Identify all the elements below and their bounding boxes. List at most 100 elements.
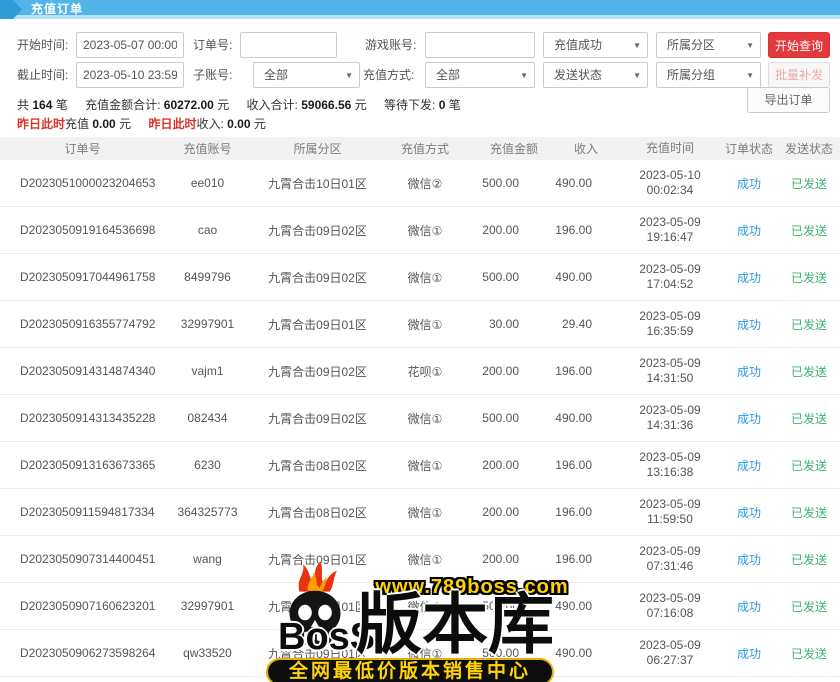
recharge-status-select[interactable]: 充值成功 ▼ [543,32,648,58]
cell-amount: 500.00 [465,646,550,660]
chevron-down-icon: ▼ [345,64,353,88]
cell-method: 微信① [385,316,465,333]
col-method: 充值方式 [385,140,465,157]
cell-zone: 九霄合击09日01区 [250,645,385,662]
cell-income: 490.00 [550,176,620,190]
cell-amount: 500.00 [465,176,550,190]
yesterday-income: 0.00 [227,117,250,131]
cell-order-id: D2023050916355774792 [0,317,165,331]
batch-resend-button[interactable]: 批量补发 [768,62,830,88]
cell-send-status: 已发送 [778,269,840,286]
cell-time: 2023-05-09 13:16:38 [620,450,720,480]
cell-account: wang [165,552,250,566]
cell-send-status: 已发送 [778,222,840,239]
col-income: 收入 [550,140,620,157]
sub-account-select[interactable]: 全部 ▼ [253,62,360,88]
cell-amount: 500.00 [465,599,550,613]
cell-send-status: 已发送 [778,551,840,568]
cell-method: 花呗① [385,363,465,380]
cell-order-id: D2023050907314400451 [0,552,165,566]
yesterday-recharge: 0.00 [92,117,115,131]
cell-account: qw33520 [165,646,250,660]
cell-time: 2023-05-09 17:04:52 [620,262,720,292]
cell-method: 微信① [385,598,465,615]
cell-account: 32997901 [165,599,250,613]
col-send-status: 发送状态 [778,140,840,157]
cell-order-status: 成功 [720,504,778,521]
orders-table-header: 订单号 充值账号 所属分区 充值方式 充值金额 收入 充值时间 订单状态 发送状… [0,137,840,160]
cell-income: 196.00 [550,364,620,378]
cell-account: 364325773 [165,505,250,519]
cell-amount: 500.00 [465,411,550,425]
cell-send-status: 已发送 [778,316,840,333]
cell-amount: 200.00 [465,505,550,519]
game-account-input[interactable] [425,32,535,58]
cell-income: 196.00 [550,505,620,519]
group-select[interactable]: 所属分组 ▼ [656,62,761,88]
orders-table-rows: D2023051000023204653 ee010 九霄合击10日01区 微信… [0,160,840,677]
order-no-input[interactable] [240,32,337,58]
cell-order-status: 成功 [720,410,778,427]
cell-method: 微信① [385,457,465,474]
cell-amount: 500.00 [465,270,550,284]
query-button[interactable]: 开始查询 [768,32,830,58]
table-row: D2023050914314874340 vajm1 九霄合击09日02区 花呗… [0,348,840,395]
pay-method-select[interactable]: 全部 ▼ [425,62,535,88]
cell-send-status: 已发送 [778,410,840,427]
col-account: 充值账号 [165,140,250,157]
col-order-status: 订单状态 [720,140,778,157]
start-time-input[interactable] [76,32,184,58]
cell-account: cao [165,223,250,237]
cell-account: 6230 [165,458,250,472]
cell-time: 2023-05-09 19:16:47 [620,215,720,245]
table-row: D2023050919164536698 cao 九霄合击09日02区 微信① … [0,207,840,254]
tab-arrow-icon [0,0,22,19]
cell-amount: 200.00 [465,364,550,378]
end-time-label: 截止时间: [17,62,68,88]
cell-income: 490.00 [550,599,620,613]
cell-zone: 九霄合击08日02区 [250,504,385,521]
cell-order-id: D2023050919164536698 [0,223,165,237]
cell-send-status: 已发送 [778,504,840,521]
cell-send-status: 已发送 [778,457,840,474]
cell-income: 490.00 [550,411,620,425]
cell-account: 32997901 [165,317,250,331]
cell-zone: 九霄合击10日01区 [250,175,385,192]
cell-time: 2023-05-09 07:16:08 [620,591,720,621]
send-status-select[interactable]: 发送状态 ▼ [543,62,648,88]
pay-method-label: 充值方式: [363,62,414,88]
cell-method: 微信② [385,175,465,192]
cell-zone: 九霄合击08日02区 [250,457,385,474]
cell-time: 2023-05-09 16:35:59 [620,309,720,339]
cell-order-id: D2023050906273598264 [0,646,165,660]
end-time-input[interactable] [76,62,184,88]
cell-zone: 九霄合击09日02区 [250,269,385,286]
cell-order-id: D2023050914313435228 [0,411,165,425]
cell-order-status: 成功 [720,551,778,568]
recharge-orders-page: 充值订单 开始时间: 订单号: 游戏账号: 充值成功 ▼ 所属分区 ▼ 开始查询… [0,0,840,682]
cell-order-id: D2023051000023204653 [0,176,165,190]
cell-account: 082434 [165,411,250,425]
cell-send-status: 已发送 [778,363,840,380]
tab-recharge-orders[interactable]: 充值订单 [31,0,83,19]
summary-line-2: 昨日此时充值 0.00 元 昨日此时收入: 0.00 元 [17,115,266,132]
start-time-label: 开始时间: [17,32,68,58]
cell-amount: 200.00 [465,223,550,237]
cell-order-status: 成功 [720,363,778,380]
cell-order-status: 成功 [720,222,778,239]
cell-account: 8499796 [165,270,250,284]
cell-order-status: 成功 [720,269,778,286]
cell-income: 196.00 [550,458,620,472]
sub-account-label: 子账号: [193,62,232,88]
cell-time: 2023-05-09 11:59:50 [620,497,720,527]
zone-select[interactable]: 所属分区 ▼ [656,32,761,58]
chevron-down-icon: ▼ [633,64,641,88]
export-orders-button[interactable]: 导出订单 [747,87,830,113]
col-order-id: 订单号 [0,140,165,157]
cell-order-status: 成功 [720,598,778,615]
cell-zone: 九霄合击09日02区 [250,222,385,239]
order-no-label: 订单号: [193,32,232,58]
table-row: D2023050917044961758 8499796 九霄合击09日02区 … [0,254,840,301]
cell-account: vajm1 [165,364,250,378]
table-row: D2023050907160623201 32997901 九霄合击09日01区… [0,583,840,630]
